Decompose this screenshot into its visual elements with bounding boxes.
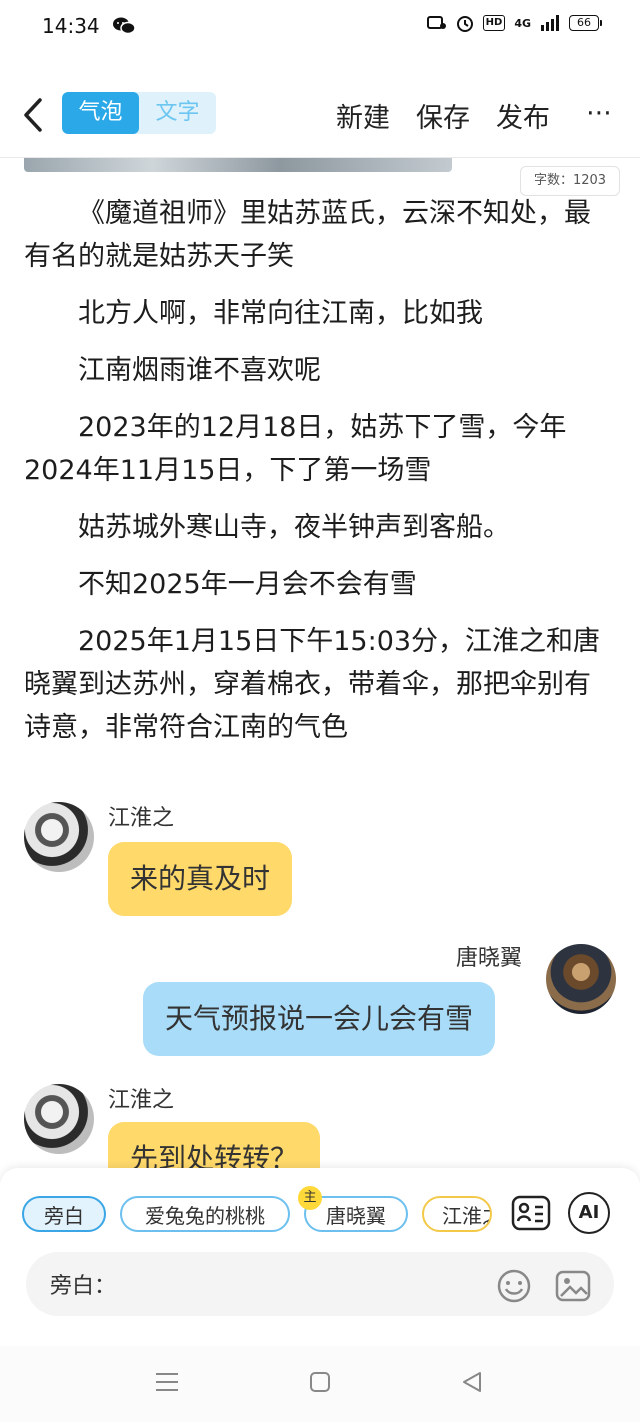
- hd-badge: HD: [482, 15, 506, 31]
- chat-bubble[interactable]: 来的真及时: [108, 842, 293, 916]
- speaker-name: 江淮之: [108, 1088, 175, 1113]
- battery-icon: 66: [569, 15, 602, 31]
- menu-icon[interactable]: [154, 1370, 180, 1394]
- alarm-icon: [456, 16, 473, 32]
- status-icons: HD 4G 66: [426, 14, 602, 32]
- story-text[interactable]: 《魔道祖师》里姑苏蓝氏，云深不知处，最有名的就是姑苏天子笑 北方人啊，非常向往江…: [24, 192, 616, 763]
- speaker-name: 唐晓翼: [456, 946, 523, 971]
- host-badge: 主: [298, 1186, 322, 1210]
- character-card-icon[interactable]: [510, 1192, 552, 1234]
- story-paragraph: 2023年的12月18日，姑苏下了雪，今年2024年11月15日，下了第一场雪: [24, 412, 567, 486]
- avatar[interactable]: [24, 1084, 94, 1154]
- publish-button[interactable]: 发布: [496, 96, 550, 135]
- mode-text-tab[interactable]: 文字: [139, 92, 216, 134]
- mode-toggle[interactable]: 气泡 文字: [62, 92, 216, 134]
- ai-icon[interactable]: AI: [568, 1192, 610, 1234]
- input-speaker-label: 旁白：: [50, 1274, 117, 1299]
- home-icon[interactable]: [308, 1370, 332, 1394]
- avatar[interactable]: [24, 802, 94, 872]
- role-chip-narrator[interactable]: 旁白: [22, 1196, 106, 1232]
- status-time: 14:34: [42, 14, 100, 38]
- story-paragraph: 不知2025年一月会不会有雪: [78, 569, 417, 600]
- editor-toolbar: 气泡 文字 新建 保存 发布 ⋯: [0, 78, 640, 150]
- role-chip[interactable]: 爱兔兔的桃桃: [120, 1196, 290, 1232]
- toolbar-actions: 新建 保存 发布: [336, 96, 550, 135]
- role-chip[interactable]: 江淮之: [422, 1196, 492, 1232]
- back-icon[interactable]: [460, 1370, 484, 1394]
- image-icon[interactable]: [554, 1268, 592, 1304]
- signal-icon: [541, 15, 559, 31]
- wechat-icon: [113, 17, 136, 35]
- chat-bubble[interactable]: 天气预报说一会儿会有雪: [143, 982, 496, 1056]
- story-paragraph: 2025年1月15日下午15:03分，江淮之和唐晓翼到达苏州，穿着棉衣，带着伞，…: [24, 626, 601, 743]
- story-image[interactable]: [24, 158, 452, 172]
- status-bar: 14:34 HD 4G 66: [0, 0, 640, 56]
- story-paragraph: 姑苏城外寒山寺，夜半钟声到客船。: [78, 512, 510, 543]
- avatar[interactable]: [546, 944, 616, 1014]
- story-paragraph: 北方人啊，非常向往江南，比如我: [78, 298, 483, 329]
- story-paragraph: 《魔道祖师》里姑苏蓝氏，云深不知处，最有名的就是姑苏天子笑: [24, 198, 591, 272]
- emoji-icon[interactable]: [496, 1268, 532, 1304]
- back-arrow-icon[interactable]: [18, 96, 48, 134]
- screen-record-icon: [426, 16, 446, 29]
- new-button[interactable]: 新建: [336, 96, 390, 135]
- battery-level: 66: [569, 15, 599, 31]
- save-button[interactable]: 保存: [416, 96, 470, 135]
- mode-bubble-tab[interactable]: 气泡: [62, 92, 139, 134]
- story-paragraph: 江南烟雨谁不喜欢呢: [78, 355, 321, 386]
- speaker-name: 江淮之: [108, 806, 175, 831]
- more-options-icon[interactable]: ⋯: [586, 98, 613, 128]
- network-label: 4G: [514, 16, 531, 30]
